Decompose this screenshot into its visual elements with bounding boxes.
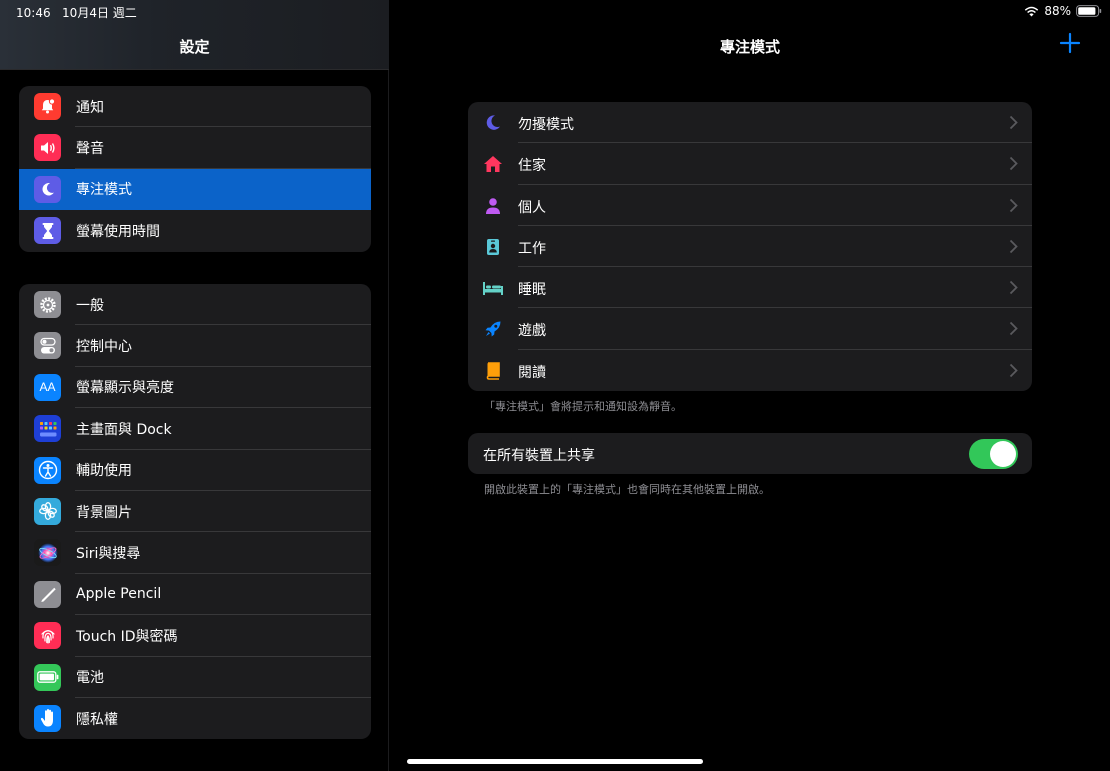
bell-badge-icon [34, 93, 61, 120]
chevron-right-icon [1009, 239, 1018, 254]
focus-item-work[interactable]: 工作 [468, 226, 1032, 268]
status-date: 10月4日 週二 [62, 6, 137, 20]
toggle-knob [990, 441, 1016, 467]
sidebar-item-label: 輔助使用 [76, 463, 132, 480]
add-focus-button[interactable] [1058, 31, 1082, 55]
toggles-icon [34, 332, 61, 360]
text-size-glyph: AA [39, 380, 56, 395]
siri-icon [34, 539, 61, 567]
moon-icon [34, 175, 61, 203]
focus-item-label: 工作 [518, 240, 546, 257]
sidebar-item-label: Touch ID與密碼 [76, 628, 178, 645]
chevron-right-icon [1009, 157, 1018, 171]
sidebar-header: 10:46 10月4日 週二 設定 [0, 0, 389, 70]
share-across-devices-toggle[interactable] [969, 439, 1018, 469]
sidebar-item-label: 通知 [76, 99, 104, 116]
moon-icon [482, 112, 504, 134]
sidebar-item-label: Apple Pencil [76, 586, 162, 603]
chevron-right-icon [1009, 281, 1018, 295]
share-across-devices-label: 在所有裝置上共享 [483, 448, 595, 464]
share-across-devices-row: 在所有裝置上共享 [468, 433, 1032, 474]
sidebar-item-label: 專注模式 [76, 182, 132, 199]
sidebar-item-privacy[interactable]: 隱私權 [19, 698, 371, 739]
focus-item-label: 睡眠 [518, 282, 546, 299]
sidebar-item-accessibility[interactable]: 輔助使用 [19, 450, 371, 491]
person-icon [482, 195, 504, 217]
sidebar-item-notifications[interactable]: 通知 [19, 86, 371, 128]
battery-percent: 88% [1044, 4, 1071, 18]
focus-item-home[interactable]: 住家 [468, 143, 1032, 185]
sidebar-item-general[interactable]: 一般 [19, 284, 371, 326]
sidebar-item-label: 聲音 [76, 141, 104, 158]
accessibility-icon [34, 456, 61, 484]
sidebar-item-wallpaper[interactable]: 背景圖片 [19, 491, 371, 533]
page-title: 專注模式 [719, 38, 780, 56]
sidebar-item-home-screen[interactable]: 主畫面與 Dock [19, 408, 371, 450]
home-grid-icon [34, 415, 61, 443]
battery-icon [34, 663, 61, 691]
share-footnote: 開啟此裝置上的「專注模式」也會同時在其他裝置上開啟。 [484, 483, 770, 496]
focus-item-gaming[interactable]: 遊戲 [468, 308, 1032, 350]
sidebar-item-apple-pencil[interactable]: Apple Pencil [19, 574, 371, 616]
hand-icon [34, 704, 61, 732]
sidebar-item-label: 一般 [76, 297, 104, 314]
sidebar-item-control-center[interactable]: 控制中心 [19, 325, 371, 367]
sidebar-item-label: 控制中心 [76, 339, 132, 356]
book-icon [482, 360, 504, 382]
focus-item-label: 個人 [518, 199, 546, 216]
speaker-icon [34, 134, 61, 162]
focus-item-label: 勿擾模式 [518, 117, 574, 133]
rocket-icon [482, 318, 504, 340]
wifi-icon [1025, 6, 1039, 16]
status-battery-icon [1076, 5, 1102, 17]
sidebar-item-label: 隱私權 [76, 711, 118, 728]
sidebar-item-label: Siri與搜尋 [76, 546, 141, 563]
focus-item-label: 遊戲 [518, 323, 546, 340]
chevron-right-icon [1009, 198, 1018, 212]
id-badge-icon [482, 236, 504, 258]
chevron-right-icon [1009, 322, 1018, 336]
flower-icon [34, 497, 61, 525]
detail-pane: 88% 專注模式 勿擾模式 住家 個人 工作 睡眠 遊戲 閱讀 「專注模式」會將… [390, 0, 1110, 771]
sidebar-title: 設定 [179, 38, 210, 56]
settings-group-2: 一般 控制中心 AA 螢幕顯示與亮度 主畫面與 Dock 輔助使用 背景圖片 S… [19, 284, 371, 740]
text-size-icon: AA [34, 373, 61, 401]
sidebar-item-screen-time[interactable]: 螢幕使用時間 [19, 210, 371, 251]
sidebar-item-sounds[interactable]: 聲音 [19, 127, 371, 169]
focus-modes-list: 勿擾模式 住家 個人 工作 睡眠 遊戲 閱讀 [468, 102, 1032, 392]
sidebar-item-siri[interactable]: Siri與搜尋 [19, 532, 371, 574]
sidebar-item-battery[interactable]: 電池 [19, 657, 371, 698]
hourglass-icon [34, 217, 61, 245]
focus-item-do-not-disturb[interactable]: 勿擾模式 [468, 102, 1032, 144]
status-time: 10:46 [16, 6, 51, 20]
sidebar-item-label: 主畫面與 Dock [76, 421, 172, 438]
focus-item-reading[interactable]: 閱讀 [468, 350, 1032, 391]
settings-group-1: 通知 聲音 專注模式 螢幕使用時間 [19, 86, 371, 252]
sidebar-item-label: 螢幕顯示與亮度 [76, 380, 174, 397]
fingerprint-icon [34, 622, 61, 650]
bed-icon [482, 277, 504, 299]
sidebar-item-label: 背景圖片 [76, 504, 132, 521]
chevron-right-icon [1009, 115, 1018, 130]
focus-item-label: 住家 [518, 158, 546, 175]
focus-item-personal[interactable]: 個人 [468, 185, 1032, 226]
home-indicator[interactable] [407, 759, 703, 764]
sidebar-item-touch-id[interactable]: Touch ID與密碼 [19, 615, 371, 657]
chevron-right-icon [1009, 363, 1018, 377]
gear-icon [34, 291, 61, 318]
sidebar-item-display[interactable]: AA 螢幕顯示與亮度 [19, 367, 371, 409]
status-bar-right: 88% [1024, 4, 1102, 18]
house-icon [482, 153, 504, 175]
focus-item-sleep[interactable]: 睡眠 [468, 267, 1032, 309]
sidebar-item-focus[interactable]: 專注模式 [19, 168, 371, 211]
focus-modes-footnote: 「專注模式」會將提示和通知設為靜音。 [484, 400, 682, 413]
sidebar-item-label: 電池 [76, 670, 104, 687]
sidebar-item-label: 螢幕使用時間 [76, 223, 160, 240]
status-bar-left: 10:46 10月4日 週二 [16, 4, 137, 21]
sidebar: 10:46 10月4日 週二 設定 通知 聲音 專注模式 螢幕使用時間 一般 控… [0, 0, 389, 771]
pencil-icon [34, 580, 61, 608]
focus-item-label: 閱讀 [518, 364, 546, 381]
